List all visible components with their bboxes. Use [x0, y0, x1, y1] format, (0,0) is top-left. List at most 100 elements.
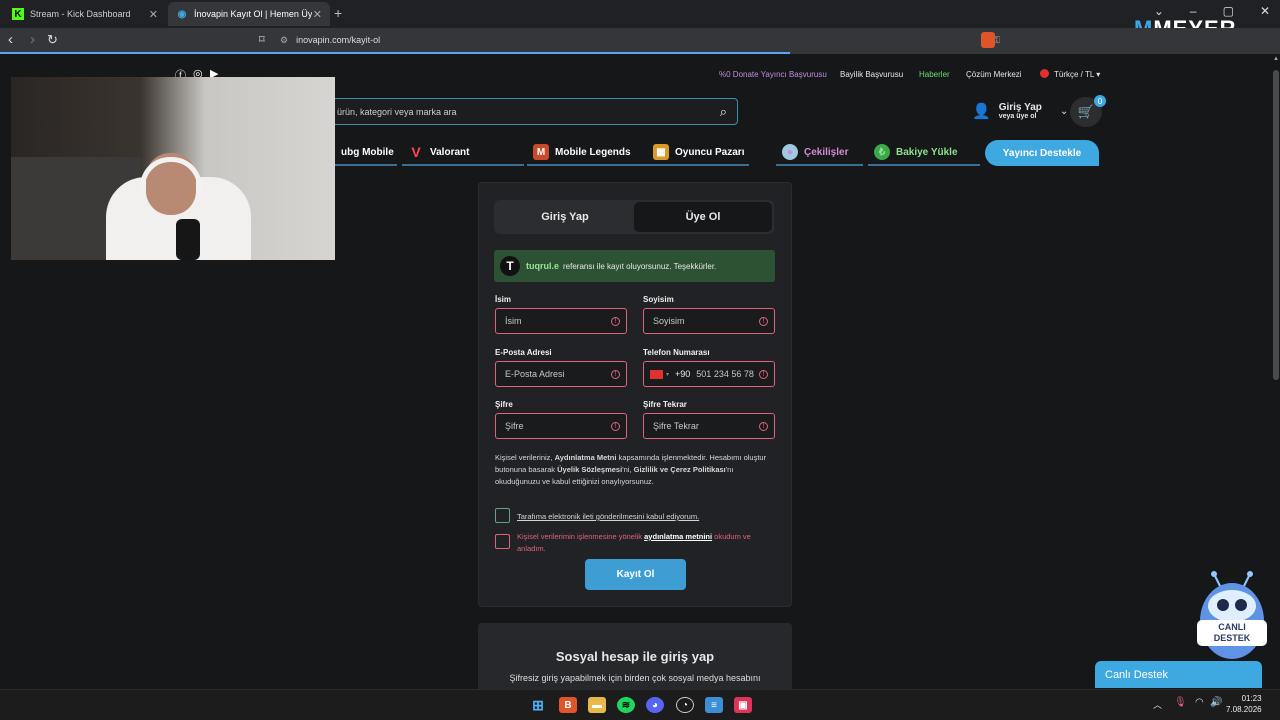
- language-selector[interactable]: Türkçe / TL ▾: [1054, 70, 1100, 79]
- bookmark-icon[interactable]: ⌑: [259, 33, 265, 46]
- auth-tabs: Giriş Yap Üye Ol: [494, 200, 774, 234]
- dealer-application-link[interactable]: Bayilik Başvurusu: [840, 70, 903, 79]
- phone-country-code: +90: [675, 369, 691, 379]
- app-icon[interactable]: ▣: [734, 697, 752, 713]
- close-tab-icon[interactable]: ✕: [149, 8, 158, 21]
- windows-start-icon[interactable]: ⊞: [529, 697, 547, 713]
- tray-chevron-icon[interactable]: ︿: [1153, 698, 1162, 711]
- category-pubg-mobile[interactable]: ubg Mobile: [335, 140, 397, 166]
- referral-notice: T tuqrul.e referansı ile kayıt oluyorsun…: [494, 250, 775, 282]
- category-mobile-legends[interactable]: M Mobile Legends: [527, 140, 649, 166]
- error-icon: !: [611, 421, 620, 431]
- phone-label: Telefon Numarası: [643, 348, 710, 357]
- register-submit-button[interactable]: Kayıt Ol: [585, 559, 686, 590]
- social-login-subtitle: Şifresiz giriş yapabilmek için birden ço…: [509, 673, 761, 683]
- mascot-face: [1208, 590, 1256, 622]
- file-explorer-icon[interactable]: ▬: [588, 697, 606, 713]
- webcam-overlay: [11, 77, 335, 260]
- scrollbar-thumb[interactable]: [1273, 70, 1279, 380]
- close-tab-icon[interactable]: ✕: [313, 8, 322, 21]
- category-player-market[interactable]: ▦ Oyuncu Pazarı: [647, 140, 749, 166]
- phone-field[interactable]: ▾ +90 501 234 56 78 !: [643, 361, 775, 387]
- microphone-icon[interactable]: 🎙: [1174, 697, 1187, 708]
- search-icon[interactable]: ⌕: [720, 104, 727, 120]
- password-confirm-label: Şifre Tekrar: [643, 400, 687, 409]
- close-icon[interactable]: ✕: [1260, 4, 1270, 18]
- category-giveaways[interactable]: ● Çekilişler: [776, 140, 863, 166]
- taskbar-clock[interactable]: 01:23 7.08.2026: [1226, 693, 1262, 715]
- scroll-up-icon[interactable]: ▲: [1273, 56, 1279, 62]
- brave-icon[interactable]: B: [559, 697, 577, 713]
- referrer-name: tuqrul.e: [526, 261, 559, 271]
- windows-taskbar: [0, 689, 1280, 720]
- category-valorant[interactable]: V Valorant: [402, 140, 524, 166]
- brave-shield-icon[interactable]: [981, 32, 995, 48]
- news-link[interactable]: Haberler: [919, 70, 950, 79]
- valorant-icon: V: [411, 144, 421, 160]
- search-input[interactable]: ürün, kategori veya marka ara ⌕: [330, 98, 738, 125]
- notepad-icon[interactable]: ≡: [705, 697, 723, 713]
- email-label: E-Posta Adresi: [495, 348, 552, 357]
- page-load-progress: [0, 52, 790, 54]
- last-name-field[interactable]: Soyisim!: [643, 308, 775, 334]
- referral-text: referansı ile kayıt oluyorsunuz. Teşekkü…: [563, 261, 717, 271]
- browser-tab-inovapin[interactable]: ◉ İnovapin Kayıt Ol | Hemen Üye O ✕: [168, 2, 330, 26]
- error-icon: !: [759, 369, 768, 379]
- mascot-sign-text: DESTEK: [1214, 633, 1251, 643]
- mobile-legends-icon: M: [533, 144, 549, 160]
- donate-application-link[interactable]: %0 Donate Yayıncı Başvurusu: [719, 70, 827, 79]
- membership-agreement-link[interactable]: Üyelik Sözleşmesi: [557, 465, 622, 474]
- solution-center-link[interactable]: Çözüm Merkezi: [966, 70, 1022, 79]
- error-icon: !: [611, 369, 620, 379]
- password-field[interactable]: Şifre!: [495, 413, 627, 439]
- new-tab-icon[interactable]: +: [334, 5, 342, 21]
- back-icon[interactable]: ‹: [8, 31, 13, 48]
- last-name-label: Soyisim: [643, 295, 674, 304]
- password-confirm-field[interactable]: Şifre Tekrar!: [643, 413, 775, 439]
- consent-label-marketing: Tarafıma elektronik ileti gönderilmesini…: [517, 512, 700, 521]
- mascot-sign-text: CANLI: [1218, 622, 1246, 632]
- tab-title: Stream - Kick Dashboard: [30, 9, 131, 19]
- discord-icon[interactable]: ◕: [646, 697, 664, 713]
- consent-checkbox-privacy[interactable]: [495, 534, 510, 549]
- page-scrollbar[interactable]: ▲: [1272, 56, 1280, 386]
- consent-checkbox-marketing[interactable]: [495, 508, 510, 523]
- webcam-microphone: [176, 219, 200, 260]
- volume-icon[interactable]: 🔊: [1210, 697, 1222, 708]
- site-settings-icon[interactable]: ⚙: [280, 35, 288, 46]
- login-subtitle: veya üye ol: [998, 113, 1037, 120]
- privacy-notice-link[interactable]: Aydınlatma Metni: [555, 453, 617, 462]
- email-field[interactable]: E-Posta Adresi!: [495, 361, 627, 387]
- first-name-field[interactable]: İsim!: [495, 308, 627, 334]
- category-balance-load[interactable]: ₺ Bakiye Yükle: [868, 140, 980, 166]
- address-bar[interactable]: ⚙ inovapin.com/kayit-ol ⚿: [280, 30, 1000, 50]
- live-support-button[interactable]: Canlı Destek: [1095, 661, 1262, 688]
- balance-icon: ₺: [874, 144, 890, 160]
- reload-icon[interactable]: ↻: [47, 32, 58, 48]
- tab-register[interactable]: Üye Ol: [634, 202, 772, 232]
- phone-placeholder: 501 234 56 78: [696, 369, 754, 379]
- tab-title: İnovapin Kayıt Ol | Hemen Üye O: [194, 9, 312, 19]
- obs-icon[interactable]: ◔: [676, 697, 694, 713]
- login-title: Giriş Yap: [998, 102, 1042, 113]
- turkey-flag-icon: [1040, 69, 1049, 78]
- support-mascot[interactable]: CANLI DESTEK: [1195, 566, 1269, 662]
- privacy-text-link[interactable]: aydınlatma metnini: [644, 532, 712, 541]
- chevron-down-icon[interactable]: ▾: [666, 371, 669, 378]
- forward-icon[interactable]: ›: [30, 31, 35, 48]
- tab-login[interactable]: Giriş Yap: [496, 202, 634, 232]
- search-placeholder: ürün, kategori veya marka ara: [337, 106, 457, 117]
- inovapin-icon: ◉: [177, 8, 187, 20]
- social-login-title: Sosyal hesap ile giriş yap: [555, 649, 715, 664]
- wifi-icon[interactable]: ◠: [1195, 697, 1204, 708]
- mascot-eye: [1217, 599, 1229, 611]
- browser-tab-kick[interactable]: K Stream - Kick Dashboard ✕: [4, 2, 166, 26]
- clock-date: 7.08.2026: [1226, 705, 1262, 714]
- mascot-eye: [1235, 599, 1247, 611]
- turkey-flag-icon[interactable]: [650, 369, 663, 379]
- category-support-streamer[interactable]: Yayıncı Destekle: [985, 140, 1099, 166]
- login-header-button[interactable]: 👤 Giriş Yap veya üye ol ⌄: [972, 102, 1068, 120]
- cookie-policy-link[interactable]: Gizlilik ve Çerez Politikası: [634, 465, 726, 474]
- cart-icon: 🛒: [1077, 104, 1095, 119]
- spotify-icon[interactable]: ≋: [617, 697, 635, 713]
